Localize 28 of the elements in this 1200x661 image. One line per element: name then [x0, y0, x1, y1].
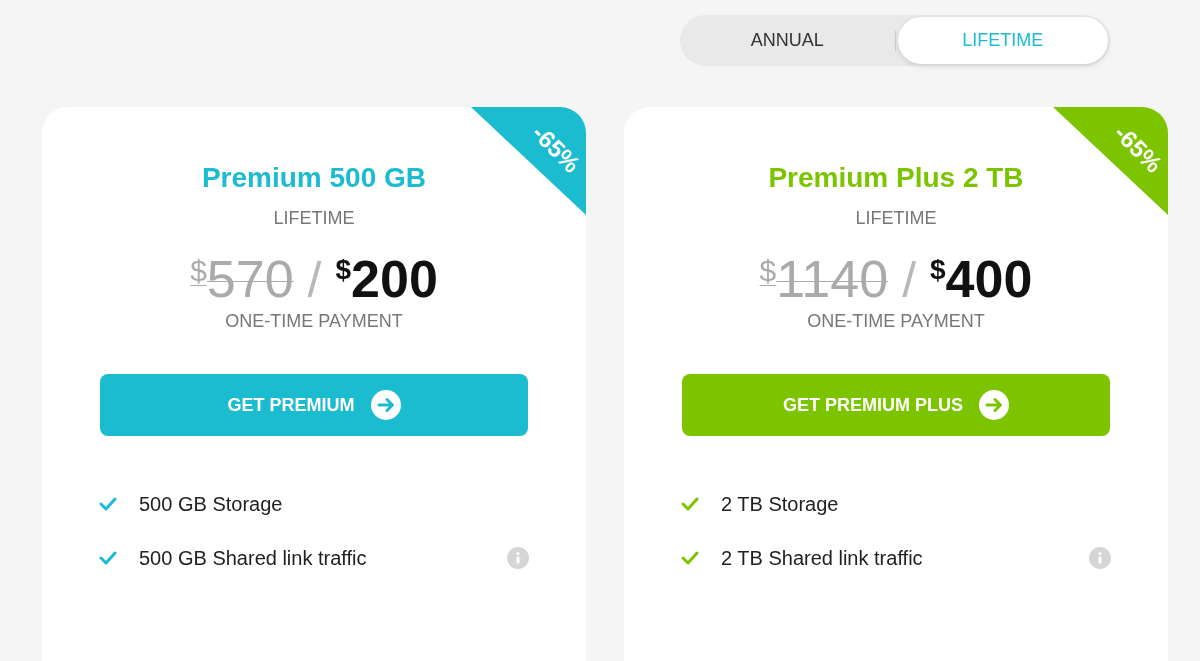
billing-tab[interactable]: ANNUAL	[682, 17, 893, 64]
price-separator: /	[902, 255, 917, 305]
check-icon	[99, 497, 117, 511]
check-icon	[99, 551, 117, 565]
new-price: $^{$}$400	[930, 253, 1033, 305]
check-icon	[681, 497, 699, 511]
feature-text: 2 TB Storage	[721, 492, 840, 516]
arrow-right-icon	[370, 390, 401, 420]
plan-term: LIFETIME	[855, 208, 937, 229]
plan-term: LIFETIME	[273, 208, 355, 229]
info-icon[interactable]	[1089, 547, 1111, 569]
get-plan-button[interactable]: GET PREMIUM	[100, 374, 528, 436]
payment-note: ONE-TIME PAYMENT	[807, 311, 985, 332]
info-icon[interactable]	[507, 547, 529, 569]
arrow-right-icon	[979, 390, 1009, 420]
new-price: $^{$}$200	[335, 253, 438, 305]
get-plan-button[interactable]: GET PREMIUM PLUS	[682, 374, 1110, 436]
plan-name: Premium 500 GB	[201, 162, 427, 194]
feature-text: 2 TB Shared link traffic	[721, 546, 924, 570]
old-price: $^{$}$1140	[759, 253, 889, 305]
payment-note: ONE-TIME PAYMENT	[225, 311, 403, 332]
old-price: $^{$}$570	[190, 253, 294, 305]
price-separator: /	[307, 255, 322, 305]
billing-tab[interactable]: LIFETIME	[897, 17, 1108, 64]
plan-name: Premium Plus 2 TB	[768, 162, 1024, 194]
feature-text: 500 GB Storage	[139, 492, 284, 516]
feature-text: 500 GB Shared link traffic	[139, 546, 368, 570]
check-icon	[681, 551, 699, 565]
